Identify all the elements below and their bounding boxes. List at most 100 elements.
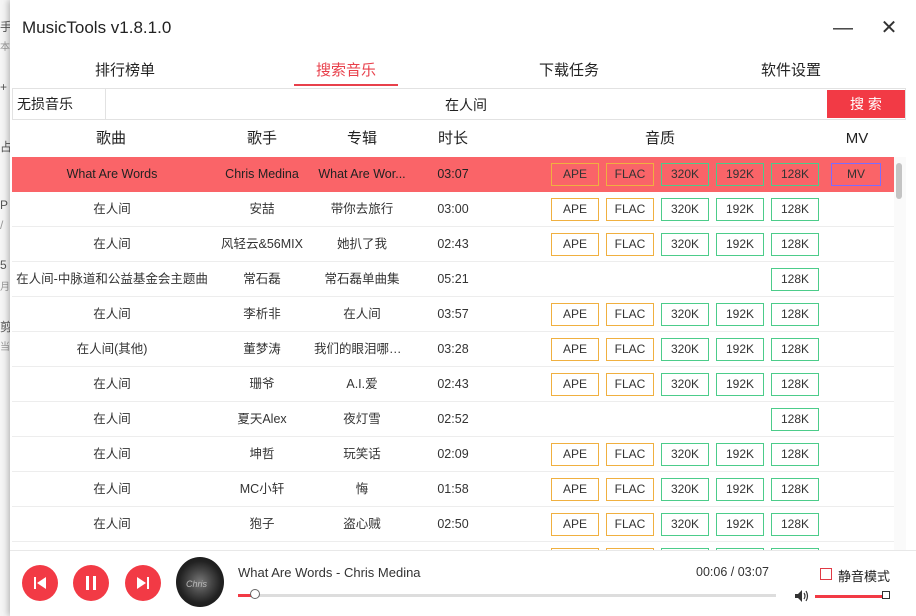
192k-button[interactable]: 192K	[716, 373, 764, 396]
table-row[interactable]: 在人间 狍子 盗心贼 02:50 APE FLAC 320K 192K 128K	[12, 507, 894, 542]
table-row[interactable]: 在人间-中脉道和公益基金会主题曲 常石磊 常石磊单曲集 05:21 128K	[12, 262, 894, 297]
ape-button[interactable]: APE	[551, 163, 599, 186]
192k-button[interactable]: 192K	[716, 303, 764, 326]
320k-button[interactable]: 320K	[661, 233, 709, 256]
pause-icon	[86, 576, 96, 590]
flac-button[interactable]: FLAC	[606, 443, 654, 466]
album-cell: 带你去旅行	[330, 202, 394, 216]
ape-button[interactable]: APE	[551, 513, 599, 536]
progress-handle[interactable]	[250, 589, 261, 599]
flac-button[interactable]: FLAC	[606, 513, 654, 536]
duration-cell: 02:09	[437, 447, 469, 461]
192k-button[interactable]: 192K	[716, 513, 764, 536]
192k-button[interactable]: 192K	[716, 338, 764, 361]
128k-button[interactable]: 128K	[771, 443, 819, 466]
flac-button[interactable]: FLAC	[606, 338, 654, 361]
table-row[interactable]: 在人间 安喆 带你去旅行 03:00 APE FLAC 320K 192K 128K	[12, 192, 894, 227]
mute-checkbox[interactable]	[820, 568, 832, 580]
table-row[interactable]: What Are Words Chris Medina What Are Wor..…	[12, 157, 894, 192]
duration-cell: 02:50	[437, 517, 469, 531]
progress-bar[interactable]	[238, 589, 776, 599]
song-cell: 在人间	[93, 517, 131, 531]
128k-button[interactable]: 128K	[771, 198, 819, 221]
app-window: MusicTools v1.8.1.0 — ✕ 排行榜单 搜索音乐 下载任务 软…	[10, 0, 916, 616]
duration-cell: 01:58	[437, 482, 469, 496]
ape-button[interactable]: APE	[551, 233, 599, 256]
flac-button[interactable]: FLAC	[606, 478, 654, 501]
128k-button[interactable]: 128K	[771, 268, 819, 291]
song-cell	[12, 542, 212, 550]
192k-button[interactable]: 192K	[716, 233, 764, 256]
ape-button[interactable]: APE	[551, 373, 599, 396]
table-row[interactable]: 在人间 李析非 在人间 03:57 APE FLAC 320K 192K 128K	[12, 297, 894, 332]
title-bar: MusicTools v1.8.1.0 — ✕	[10, 0, 916, 52]
ape-button[interactable]: APE	[551, 303, 599, 326]
background-text: 本	[0, 42, 10, 53]
table-row[interactable]: 在人间 珊爷 A.I.爱 02:43 APE FLAC 320K 192K 128K	[12, 367, 894, 402]
volume-slider[interactable]	[815, 591, 890, 599]
128k-button[interactable]: 128K	[771, 338, 819, 361]
search-bar: 无损音乐 搜 索	[12, 88, 906, 121]
table-row[interactable]: 在人间(其他) 董梦涛 我们的眼泪哪去... 03:28 APE FLAC 320K 192K…	[12, 332, 894, 367]
tab-search-music[interactable]: 搜索音乐	[256, 56, 436, 86]
minimize-button[interactable]: —	[828, 14, 858, 42]
128k-button[interactable]: 128K	[771, 303, 819, 326]
close-button[interactable]: ✕	[874, 14, 904, 42]
ape-button[interactable]: APE	[551, 338, 599, 361]
128k-button[interactable]: 128K	[771, 233, 819, 256]
scrollbar[interactable]	[894, 157, 906, 550]
flac-button[interactable]: FLAC	[606, 163, 654, 186]
flac-button[interactable]: FLAC	[606, 303, 654, 326]
song-cell: 在人间	[93, 482, 131, 496]
table-row[interactable]: 在人间 坤哲 玩笑话 02:09 APE FLAC 320K 192K 128K	[12, 437, 894, 472]
128k-button[interactable]: 128K	[771, 408, 819, 431]
320k-button[interactable]: 320K	[661, 513, 709, 536]
tab-charts[interactable]: 排行榜单	[35, 56, 215, 86]
speaker-icon[interactable]	[794, 589, 810, 603]
search-button[interactable]: 搜 索	[827, 90, 905, 118]
background-text: P	[0, 198, 9, 212]
128k-button[interactable]: 128K	[771, 163, 819, 186]
128k-button[interactable]: 128K	[771, 373, 819, 396]
320k-button[interactable]: 320K	[661, 198, 709, 221]
192k-button[interactable]: 192K	[716, 198, 764, 221]
192k-button[interactable]: 192K	[716, 163, 764, 186]
table-row[interactable]: 在人间 夏天Alex 夜灯雪 02:52 128K	[12, 402, 894, 437]
192k-button[interactable]: 192K	[716, 443, 764, 466]
next-button[interactable]	[125, 565, 161, 601]
flac-button[interactable]: FLAC	[606, 198, 654, 221]
mv-button[interactable]: MV	[831, 163, 881, 186]
192k-button[interactable]: 192K	[716, 478, 764, 501]
flac-button[interactable]: FLAC	[606, 373, 654, 396]
ape-button[interactable]: APE	[551, 443, 599, 466]
flac-button[interactable]: FLAC	[606, 233, 654, 256]
128k-button[interactable]: 128K	[771, 513, 819, 536]
tab-download-tasks[interactable]: 下载任务	[479, 56, 659, 86]
320k-button[interactable]: 320K	[661, 163, 709, 186]
column-header-song: 歌曲	[95, 130, 126, 147]
pause-button[interactable]	[73, 565, 109, 601]
tab-settings[interactable]: 软件设置	[701, 56, 881, 86]
ape-button[interactable]: APE	[551, 478, 599, 501]
source-select[interactable]: 无损音乐	[13, 89, 106, 119]
artist-cell: 夏天Alex	[237, 412, 287, 426]
128k-button[interactable]: 128K	[771, 478, 819, 501]
column-header-quality: 音质	[644, 130, 675, 147]
ape-button[interactable]: APE	[551, 198, 599, 221]
table-row[interactable]: 在人间 风轻云&56MIX 她扒了我 02:43 APE FLAC 320K 192K 128K	[12, 227, 894, 262]
320k-button[interactable]: 320K	[661, 303, 709, 326]
scrollbar-thumb[interactable]	[896, 163, 902, 199]
320k-button[interactable]: 320K	[661, 373, 709, 396]
table-row[interactable]: 在人间 MC小轩 悔 01:58 APE FLAC 320K 192K 128K	[12, 472, 894, 507]
table-row[interactable]: APEFLAC320K192K128K	[12, 542, 894, 550]
album-cell: 盗心贼	[343, 517, 381, 531]
320k-button[interactable]: 320K	[661, 338, 709, 361]
background-text: 5	[0, 258, 7, 272]
320k-button[interactable]: 320K	[661, 478, 709, 501]
volume-handle[interactable]	[881, 591, 890, 599]
search-input[interactable]	[103, 89, 829, 121]
320k-button[interactable]: 320K	[661, 443, 709, 466]
previous-button[interactable]	[22, 565, 58, 601]
artist-cell: 李析非	[243, 307, 281, 321]
artist-cell: 安喆	[249, 202, 275, 216]
